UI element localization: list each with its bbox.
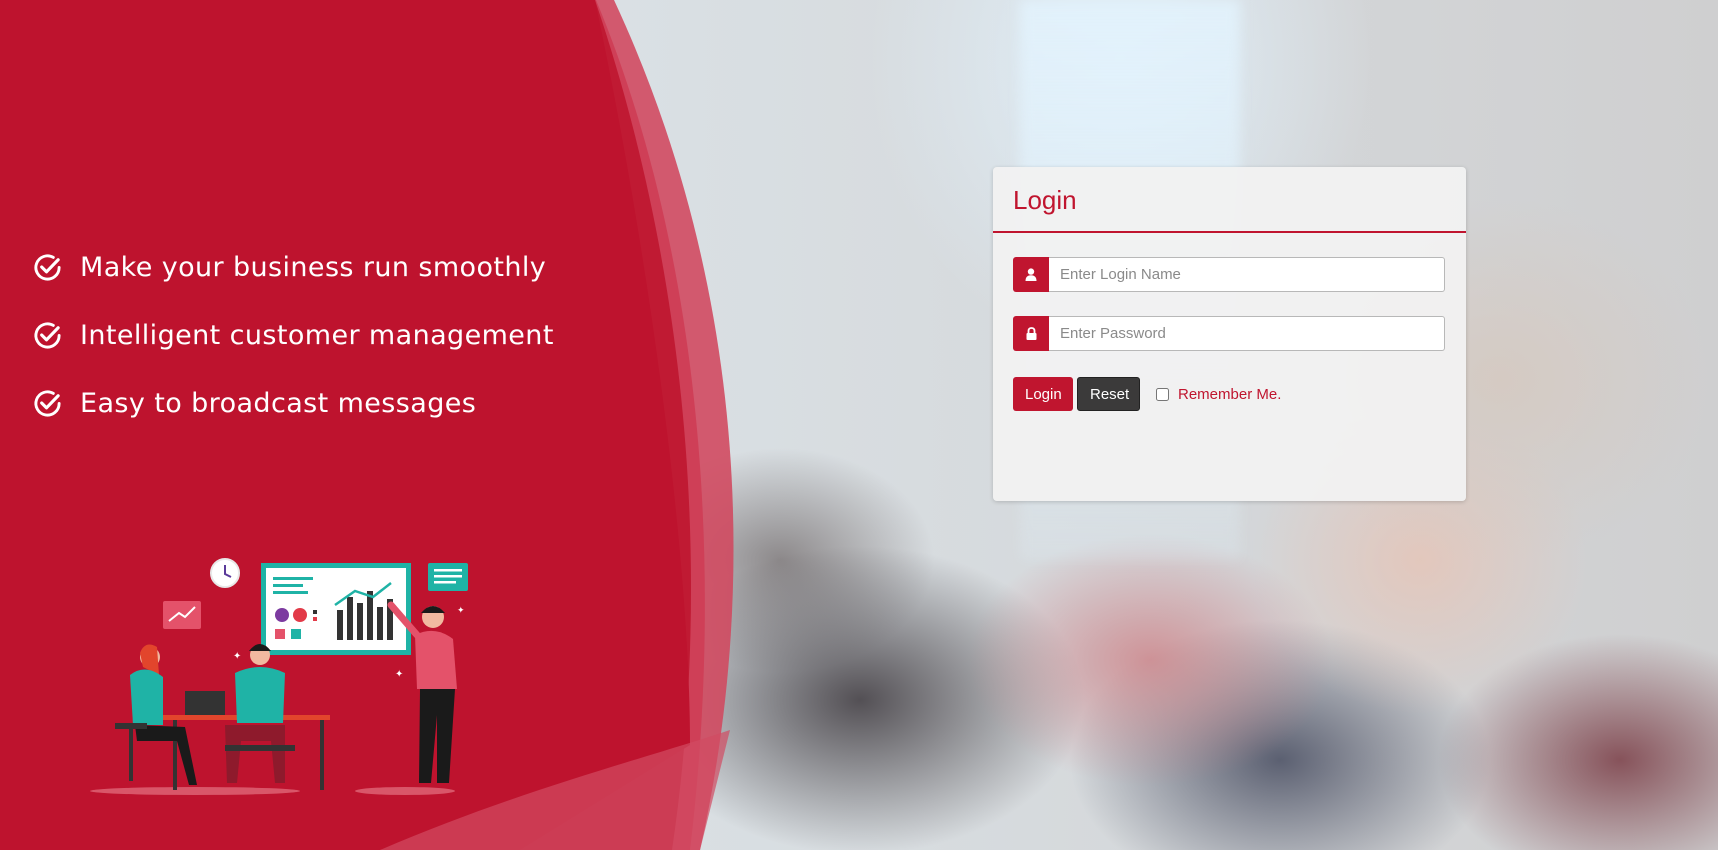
username-field-group bbox=[1013, 257, 1445, 292]
feature-text: Easy to broadcast messages bbox=[80, 387, 477, 419]
user-icon bbox=[1013, 257, 1049, 292]
svg-text:✦: ✦ bbox=[395, 669, 403, 680]
svg-text:✦: ✦ bbox=[457, 606, 465, 616]
check-circle-icon bbox=[34, 389, 61, 417]
remember-me[interactable]: Remember Me. bbox=[1156, 386, 1281, 403]
remember-me-checkbox[interactable] bbox=[1156, 387, 1169, 401]
feature-text: Make your business run smoothly bbox=[80, 251, 547, 283]
password-input[interactable] bbox=[1049, 316, 1445, 351]
username-input[interactable] bbox=[1049, 257, 1445, 292]
login-card-header: Login bbox=[993, 167, 1466, 233]
reset-button[interactable]: Reset bbox=[1077, 377, 1140, 411]
login-actions: Login Reset Remember Me. bbox=[1013, 377, 1281, 411]
login-button[interactable]: Login bbox=[1013, 377, 1073, 411]
check-circle-icon bbox=[34, 253, 61, 281]
feature-text: Intelligent customer management bbox=[80, 319, 554, 351]
svg-text:✦: ✦ bbox=[233, 651, 241, 662]
feature-item: Make your business run smoothly bbox=[32, 251, 554, 283]
lock-icon bbox=[1013, 316, 1049, 351]
feature-item: Intelligent customer management bbox=[32, 319, 554, 351]
password-field-group bbox=[1013, 316, 1445, 351]
check-circle-icon bbox=[34, 321, 61, 349]
feature-list: Make your business run smoothly Intellig… bbox=[32, 252, 554, 456]
login-title: Login bbox=[1013, 185, 1077, 215]
remember-me-label: Remember Me. bbox=[1178, 385, 1282, 403]
login-card: Login Login Reset Remember Me. bbox=[993, 167, 1466, 501]
team-meeting-illustration: ✦ ✦ ✦ bbox=[90, 558, 468, 795]
feature-item: Easy to broadcast messages bbox=[32, 387, 554, 419]
